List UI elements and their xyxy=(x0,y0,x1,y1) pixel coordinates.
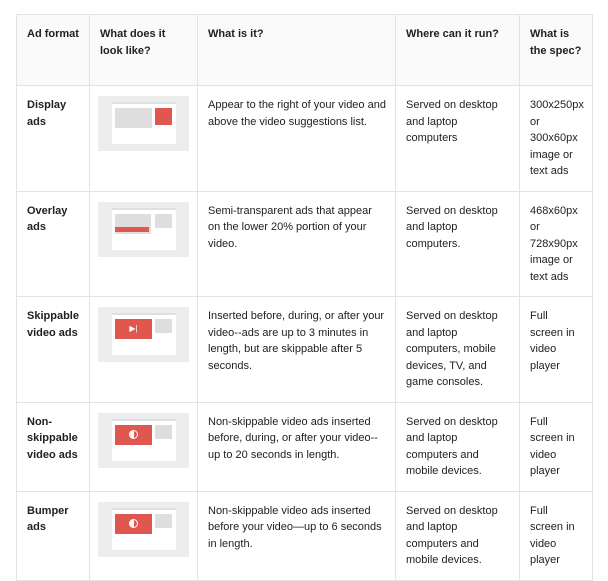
ad-preview-cell xyxy=(89,190,198,297)
ad-preview-cell: ▶| xyxy=(89,296,198,403)
half-circle-icon xyxy=(129,519,138,528)
suggestions-block xyxy=(155,513,172,528)
half-circle-icon xyxy=(129,430,138,439)
ad-preview-cell xyxy=(89,490,198,581)
ad-placement: Served on desktop and laptop computers. xyxy=(395,190,520,297)
column-header-description: What is it? xyxy=(197,14,396,86)
ad-description: Appear to the right of your video and ab… xyxy=(197,85,396,192)
bumper-ad-thumbnail xyxy=(98,501,189,557)
ad-spec: 468x60px or 728x90px image or text ads xyxy=(519,190,593,297)
video-ad-area xyxy=(115,513,152,534)
ad-spec: Full screen in video player xyxy=(519,401,593,492)
column-header-appearance: What does it look like? xyxy=(89,14,198,86)
ad-format-name: Non-skippable video ads xyxy=(16,401,90,492)
ad-placement: Served on desktop and laptop computers a… xyxy=(395,490,520,581)
video-ad-area xyxy=(115,424,152,445)
ad-spec: Full screen in video player xyxy=(519,296,593,403)
table-row: Skippable video ads ▶| Inserted before, … xyxy=(16,296,593,403)
table-header: Ad format What does it look like? What i… xyxy=(16,14,593,86)
table-row: Overlay ads Semi-transparent ads that ap… xyxy=(16,190,593,297)
ad-spec: 300x250px or 300x60px image or text ads xyxy=(519,85,593,192)
column-header-spec: What is the spec? xyxy=(519,14,593,86)
display-ad-unit xyxy=(155,108,172,125)
ad-placement: Served on desktop and laptop computers, … xyxy=(395,296,520,403)
ad-format-name: Display ads xyxy=(16,85,90,192)
display-ad-thumbnail xyxy=(98,96,189,151)
column-header-ad-format: Ad format xyxy=(16,14,90,86)
ad-placement: Served on desktop and laptop computers xyxy=(395,85,520,192)
video-area-block xyxy=(115,108,152,128)
ad-format-name: Bumper ads xyxy=(16,490,90,581)
ad-preview-cell xyxy=(89,401,198,492)
ad-spec: Full screen in video player xyxy=(519,490,593,581)
table-row: Display ads Appear to the right of your … xyxy=(16,85,593,192)
ad-description: Non-skippable video ads inserted before,… xyxy=(197,401,396,492)
non-skippable-video-ad-thumbnail xyxy=(98,412,189,468)
ad-description: Semi-transparent ads that appear on the … xyxy=(197,190,396,297)
ad-description: Inserted before, during, or after your v… xyxy=(197,296,396,403)
ad-format-name: Skippable video ads xyxy=(16,296,90,403)
suggestions-block xyxy=(155,319,172,333)
table-row: Bumper ads Non-skippable video ads inser… xyxy=(16,490,593,581)
ad-description: Non-skippable video ads inserted before … xyxy=(197,490,396,581)
skip-forward-icon: ▶| xyxy=(129,324,138,333)
table-header-row: Ad format What does it look like? What i… xyxy=(16,14,593,86)
overlay-ad-banner xyxy=(115,226,149,232)
suggestions-block xyxy=(155,424,172,439)
overlay-ad-thumbnail xyxy=(98,201,189,257)
table-body: Display ads Appear to the right of your … xyxy=(16,85,593,581)
ad-formats-table: Ad format What does it look like? What i… xyxy=(16,14,593,581)
ad-preview-cell xyxy=(89,85,198,192)
ad-placement: Served on desktop and laptop computers a… xyxy=(395,401,520,492)
skippable-video-ad-thumbnail: ▶| xyxy=(98,307,189,362)
column-header-placement: Where can it run? xyxy=(395,14,520,86)
video-ad-area: ▶| xyxy=(115,319,152,339)
ad-format-name: Overlay ads xyxy=(16,190,90,297)
suggestions-block xyxy=(155,213,172,228)
table-row: Non-skippable video ads Non-skippable vi… xyxy=(16,401,593,492)
